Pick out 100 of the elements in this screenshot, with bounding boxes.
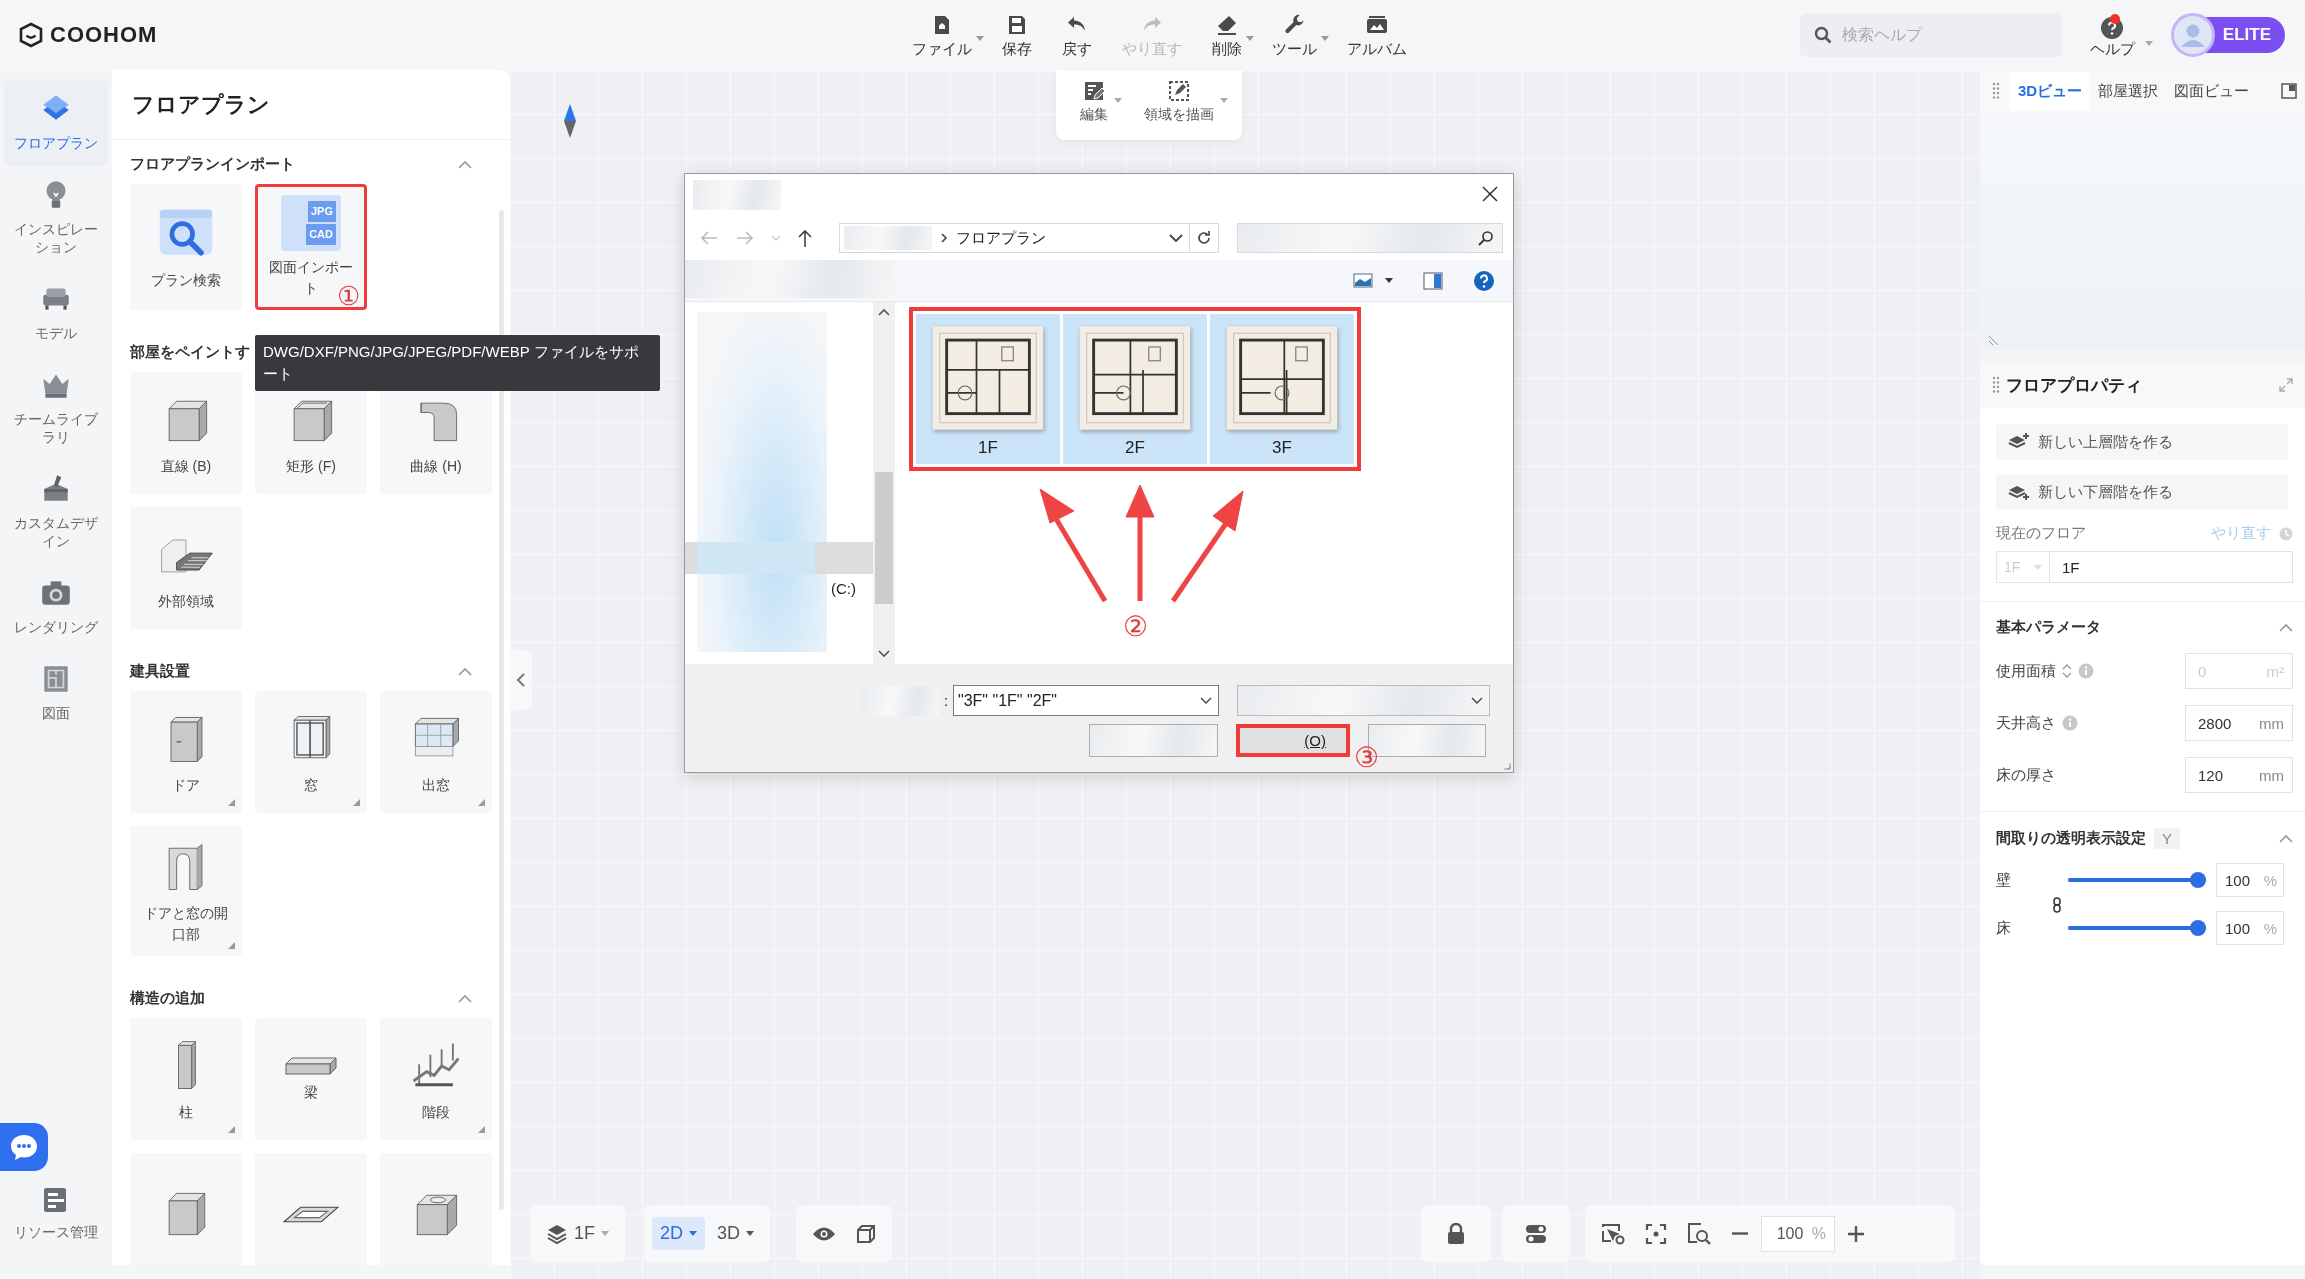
tool-tile[interactable]: 窓 [255, 691, 367, 813]
tool-tile[interactable] [130, 1153, 242, 1265]
scroll-up-button[interactable] [878, 308, 890, 316]
dashed-square-pen-icon [1168, 80, 1190, 102]
collapse-chevron-icon[interactable] [458, 159, 472, 169]
file-item[interactable]: 3F [1210, 314, 1354, 464]
sidebar-item[interactable]: リソース管理 [4, 1173, 108, 1255]
tool-tile[interactable]: JPG CAD 図面インポート ① [255, 184, 367, 310]
caret-icon [689, 1231, 697, 1236]
layers-icon [546, 1222, 568, 1245]
chat-button[interactable] [0, 1123, 48, 1171]
delete-button[interactable]: 削除 [1198, 7, 1256, 63]
compass-icon [564, 104, 576, 138]
number-field[interactable]: 120 mm [2185, 757, 2293, 793]
section-heading: 基本パラメータ [1996, 618, 2101, 637]
tool-tile[interactable]: 柱 [130, 1018, 242, 1140]
chevron-right-icon [940, 232, 948, 244]
tool-tile[interactable]: プラン検索 [130, 184, 242, 310]
plus-icon [1847, 1224, 1865, 1243]
tool-tile[interactable]: ドア [130, 691, 242, 813]
number-field[interactable]: 100 % [2216, 863, 2284, 897]
view-mode-tab[interactable]: 3D [709, 1217, 763, 1250]
view-tab[interactable]: 3Dビュー [2010, 71, 2091, 111]
number-field[interactable]: 100 % [2216, 911, 2284, 945]
number-field[interactable]: 2800 mm [2185, 705, 2293, 741]
search-icon [1478, 230, 1494, 246]
pane-icon [1423, 271, 1443, 290]
draw-area-button[interactable]: 領域を描画 [1132, 76, 1230, 134]
file-item[interactable]: 2F [1063, 314, 1207, 464]
drag-handle-icon[interactable] [1992, 82, 2000, 100]
open-button[interactable]: (O) [1236, 724, 1350, 757]
album-button[interactable]: アルバム [1333, 7, 1421, 63]
drag-handle-icon[interactable] [1992, 376, 2000, 394]
add-upper-floor-button[interactable]: 新しい上層階を作る [1996, 424, 2288, 460]
section-heading: 部屋をペイントす [130, 342, 250, 362]
speech-bubble-icon [9, 1133, 39, 1161]
collapse-panel-button[interactable] [510, 650, 532, 710]
tool-tile[interactable]: 直線 (B) [130, 372, 242, 494]
collapse-chevron-icon[interactable] [2279, 834, 2293, 843]
section-heading: 建具設置 [130, 661, 190, 681]
avatar-icon[interactable] [2170, 13, 2215, 57]
file-menu-button[interactable]: ファイル [898, 7, 986, 63]
tool-tile[interactable] [380, 1153, 492, 1265]
save-button[interactable]: 保存 [988, 7, 1046, 63]
toggles-icon [1525, 1223, 1547, 1244]
tool-tile[interactable]: 外部領域 [130, 507, 242, 629]
pop-out-button[interactable] [2279, 81, 2299, 101]
scrollbar[interactable] [873, 302, 895, 664]
tool-tile[interactable]: 出窓 [380, 691, 492, 813]
sidebar-item[interactable]: カスタムデザイン [4, 460, 108, 564]
collapse-chevron-icon[interactable] [2279, 623, 2293, 632]
field-label: 使用面積 [1996, 661, 2056, 681]
floor-name-field[interactable]: 1F [2050, 551, 2293, 583]
eye-icon [812, 1225, 836, 1242]
file-item[interactable]: 1F [916, 314, 1060, 464]
edit-button[interactable]: 編集 [1068, 76, 1124, 134]
file-name-field[interactable]: "3F" "1F" "2F" [953, 685, 1219, 716]
sidebar-item[interactable]: チームライブラリ [4, 356, 108, 460]
tool-tile[interactable]: 階段 [380, 1018, 492, 1140]
sidebar-item[interactable]: レンダリング [4, 564, 108, 650]
zoom-field[interactable]: 100 % [1761, 1215, 1835, 1252]
help-button[interactable]: ヘルプ [2083, 11, 2153, 59]
search-icon [1813, 26, 1832, 44]
undo-button[interactable]: 戻す [1048, 7, 1106, 63]
tool-tile[interactable]: ドアと窓の開口部 [130, 826, 242, 956]
field-label: 床 [1996, 918, 2012, 938]
sidebar-item[interactable]: モデル [4, 270, 108, 356]
resize-grip-icon[interactable] [1501, 760, 1511, 770]
view-tab[interactable]: 部屋選択 [2090, 71, 2167, 111]
layers-plus-icon [2008, 433, 2030, 451]
field-label: 壁 [1996, 870, 2012, 890]
tool-tile[interactable] [255, 1153, 367, 1265]
slider-thumb[interactable] [2190, 920, 2206, 936]
sidebar-item[interactable]: 図面 [4, 650, 108, 736]
step-number: ③ [1354, 741, 1379, 774]
slider-thumb[interactable] [2190, 872, 2206, 888]
collapse-chevron-icon[interactable] [458, 993, 472, 1003]
search-field[interactable]: 検索ヘルプ [1799, 13, 2062, 57]
step-number: ② [1123, 610, 1148, 643]
shortcut-key: Y [2154, 828, 2180, 849]
drive-label: (C:) [831, 580, 856, 597]
chain-link-icon[interactable] [2052, 897, 2062, 913]
tools-menu-button[interactable]: ツール [1258, 7, 1331, 63]
search-field[interactable] [1236, 223, 1503, 253]
view-tab[interactable]: 図面ビュー [2166, 71, 2258, 111]
sidebar-item[interactable]: インスピレーション [4, 166, 108, 270]
image-file-icon: JPG CAD [281, 195, 341, 251]
tool-tile[interactable]: 梁 [255, 1018, 367, 1140]
sidebar-item[interactable]: フロアプラン [4, 80, 108, 166]
caret-icon [771, 235, 781, 241]
floor-selector[interactable]: 1F [538, 1216, 617, 1251]
question-mark-icon [1473, 269, 1495, 292]
view-mode-tab[interactable]: 2D [652, 1217, 705, 1250]
address-bar[interactable]: フロアプラン [839, 223, 1219, 253]
beam-icon [283, 1055, 339, 1076]
scroll-down-button[interactable] [878, 650, 890, 658]
collapse-chevron-icon[interactable] [458, 666, 472, 676]
caret-icon [746, 1231, 755, 1236]
add-lower-floor-button[interactable]: 新しい下層階を作る [1996, 474, 2288, 510]
layers-minus-icon [2008, 483, 2030, 501]
